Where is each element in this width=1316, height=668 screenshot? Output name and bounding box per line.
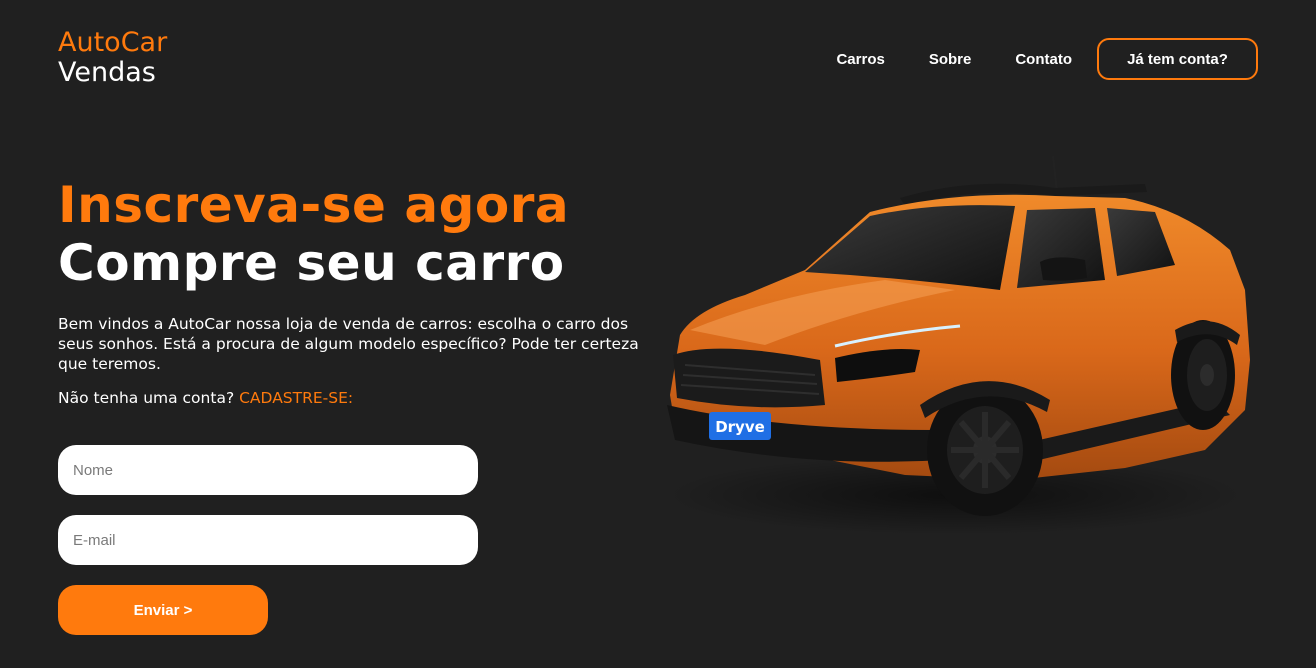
plate-text: Dryve (715, 418, 765, 436)
logo[interactable]: AutoCar Vendas (58, 28, 167, 88)
signup-prompt-line: Não tenha uma conta? CADASTRE-SE: (58, 389, 353, 407)
main-nav: Carros Sobre Contato Já tem conta? (836, 38, 1258, 80)
name-input[interactable] (58, 445, 478, 495)
nav-link-sobre[interactable]: Sobre (929, 51, 972, 68)
email-input[interactable] (58, 515, 478, 565)
signup-prompt: Não tenha uma conta? (58, 389, 235, 407)
hero-title-white: Compre seu carro (58, 234, 565, 292)
logo-text-vendas: Vendas (58, 57, 156, 88)
nav-link-carros[interactable]: Carros (836, 51, 884, 68)
car-image: Dryve (665, 155, 1250, 535)
hero-heading: Inscreva-se agora Compre seu carro (58, 176, 648, 292)
hero-title: Inscreva-se agora Compre seu carro (58, 176, 648, 292)
antenna (1052, 155, 1058, 193)
hero-description: Bem vindos a AutoCar nossa loja de venda… (58, 315, 639, 373)
login-button[interactable]: Já tem conta? (1097, 38, 1258, 80)
side-mirror (1040, 257, 1087, 281)
front-grille (673, 348, 825, 408)
submit-button[interactable]: Enviar > (58, 585, 268, 635)
landing-page: AutoCar Vendas Carros Sobre Contato Já t… (0, 0, 1316, 668)
logo-text-autocar: AutoCar (58, 27, 168, 58)
hero-title-orange: Inscreva-se agora (58, 176, 570, 234)
signup-link[interactable]: CADASTRE-SE: (239, 389, 353, 407)
nav-link-contato[interactable]: Contato (1015, 51, 1072, 68)
